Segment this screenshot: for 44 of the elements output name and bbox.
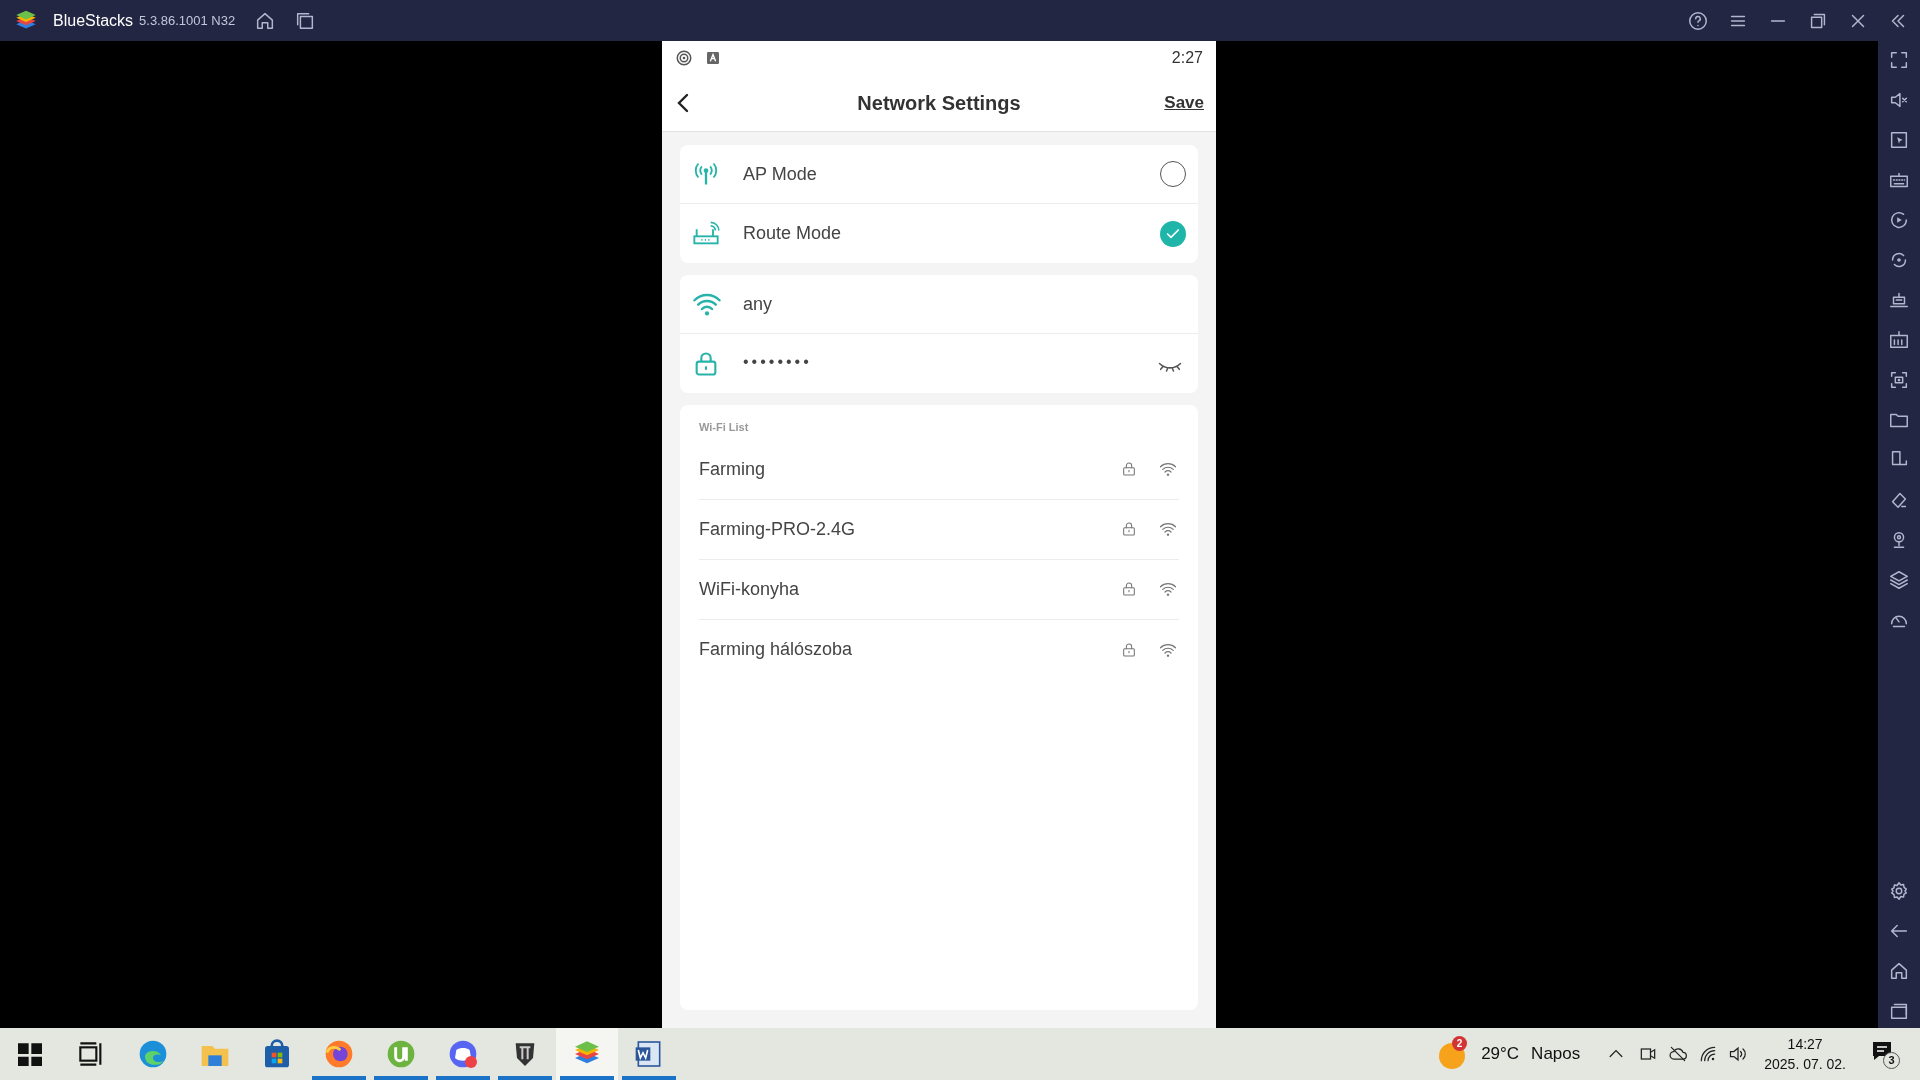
layers-icon[interactable]: [1888, 569, 1910, 591]
radio-button[interactable]: [1160, 220, 1186, 247]
antenna-icon: [692, 160, 720, 188]
mu-logo-icon: [385, 1038, 417, 1070]
pointer-icon[interactable]: [1888, 129, 1910, 151]
wifi-list-heading: Wi-Fi List: [699, 420, 750, 435]
app-title: BlueStacks: [53, 10, 134, 31]
mode-option[interactable]: Route Mode: [680, 204, 1198, 263]
wifi-signal-icon: [1159, 520, 1177, 538]
clock-date[interactable]: 2025. 07. 02.: [1764, 1054, 1846, 1074]
network-name: WiFi-konyha: [699, 577, 800, 601]
speaker-icon[interactable]: [1728, 1044, 1749, 1064]
page-title: Network Settings: [857, 91, 1021, 116]
wifi-network-row[interactable]: Farming-PRO-2.4G: [699, 499, 1179, 560]
network-name: Farming hálószoba: [699, 638, 853, 661]
target-icon: [675, 49, 693, 67]
weather-badge: 2: [1452, 1036, 1468, 1051]
notification-count: 3: [1883, 1052, 1900, 1069]
clock-time[interactable]: 14:27: [1787, 1034, 1823, 1054]
settings-icon[interactable]: [1888, 880, 1910, 902]
mode-option[interactable]: AP Mode: [680, 145, 1198, 204]
help-icon[interactable]: [1687, 9, 1709, 32]
save-button[interactable]: Save: [1164, 90, 1204, 116]
wifi-network-row[interactable]: Farming: [699, 439, 1179, 500]
browser-wave-icon: [137, 1038, 169, 1070]
weather-temperature: 29°C: [1481, 1043, 1520, 1066]
network-name: Farming: [699, 457, 765, 481]
wifi-network-row[interactable]: Farming hálószoba: [699, 619, 1179, 680]
keyboard-a-icon: [705, 50, 721, 66]
password-field[interactable]: ••••••••: [743, 349, 1156, 374]
fullscreen-icon[interactable]: [1888, 49, 1910, 71]
wifi-signal-icon: [1159, 460, 1177, 478]
cloud-off-icon[interactable]: [1668, 1044, 1689, 1064]
home-icon[interactable]: [1888, 960, 1910, 982]
wifi-network-row[interactable]: WiFi-konyha: [699, 559, 1179, 620]
play-circle-icon[interactable]: [1888, 209, 1910, 231]
weather-condition: Napos: [1531, 1043, 1581, 1066]
status-time: 2:27: [1171, 48, 1203, 68]
ssid-field[interactable]: any: [743, 290, 773, 318]
version-label: 5.3.86.1001 N32: [139, 11, 236, 30]
wifi-signal-icon: [1159, 580, 1177, 598]
screenshot-icon[interactable]: [1888, 369, 1910, 391]
radio-button[interactable]: [1160, 161, 1186, 187]
network-name: Farming-PRO-2.4G: [699, 517, 856, 541]
